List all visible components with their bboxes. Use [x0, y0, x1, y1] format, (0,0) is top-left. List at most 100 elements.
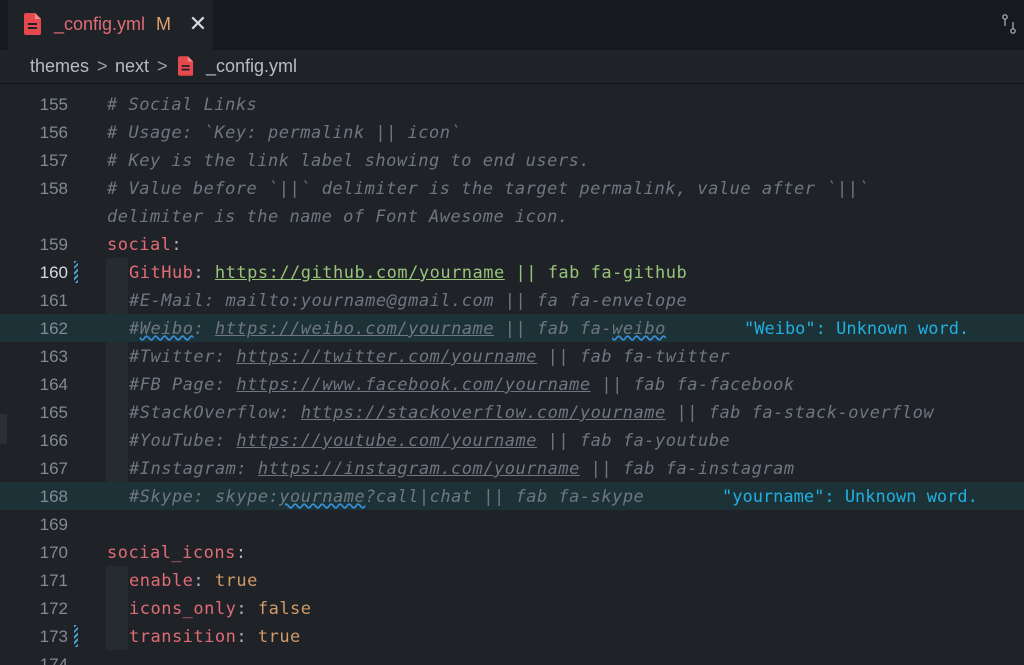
- line-number: 169: [39, 515, 68, 534]
- code-line[interactable]: 155 # Social Links: [0, 90, 1024, 118]
- comment-rest: || fab fa-stack-overflow: [665, 403, 935, 423]
- code-line[interactable]: 172 icons_only: false: [0, 594, 1024, 622]
- comment-text: # Usage: `Key: permalink || icon`: [107, 123, 462, 143]
- yaml-colon: :: [193, 571, 215, 591]
- yaml-entry: icons_only: false: [129, 599, 312, 619]
- yaml-bool: false: [257, 599, 312, 619]
- file-yaml-icon: [178, 56, 194, 76]
- yaml-key-line: social_icons:: [107, 543, 247, 563]
- diagnostic-message: "yourname": Unknown word.: [722, 487, 978, 507]
- tab-bar: _config.yml M ✕: [0, 0, 1024, 50]
- breadcrumb-item-file[interactable]: _config.yml: [206, 56, 297, 77]
- comment-rest: || fab fa-: [494, 319, 613, 339]
- url-link[interactable]: https://stackoverflow.com/yourname: [301, 403, 666, 423]
- line-number: 156: [39, 123, 68, 142]
- code-line[interactable]: 166 #YouTube: https://youtube.com/yourna…: [0, 426, 1024, 454]
- breadcrumb-item-next[interactable]: next: [115, 56, 149, 77]
- comment-rest: || fab fa-instagram: [579, 459, 795, 479]
- breadcrumb: themes > next > _config.yml: [0, 50, 1024, 84]
- code-line-wrapped[interactable]: delimiter is the name of Font Awesome ic…: [0, 202, 1024, 230]
- code-line[interactable]: 160 GitHub: https://github.com/yourname …: [0, 258, 1024, 286]
- code-line[interactable]: 157 # Key is the link label showing to e…: [0, 146, 1024, 174]
- close-icon[interactable]: ✕: [186, 12, 210, 36]
- line-number: 163: [39, 347, 68, 366]
- url-link[interactable]: https://www.facebook.com/yourname: [236, 375, 590, 395]
- comment-prefix: #Twitter:: [129, 347, 237, 367]
- yaml-bool: true: [214, 571, 258, 591]
- modified-badge: M: [156, 14, 171, 34]
- chevron-right-icon: >: [157, 56, 168, 76]
- yaml-key: GitHub: [129, 263, 194, 283]
- line-number: 161: [39, 291, 68, 310]
- line-number: 155: [39, 95, 68, 114]
- code-line[interactable]: 171 enable: true: [0, 566, 1024, 594]
- line-number: 162: [39, 319, 68, 338]
- code-line[interactable]: 158 # Value before `||` delimiter is the…: [0, 174, 1024, 202]
- comment-rest: || fab fa-twitter: [536, 347, 731, 367]
- code-line[interactable]: 159 social:: [0, 230, 1024, 258]
- yaml-colon: :: [235, 543, 247, 563]
- yaml-colon: :: [236, 599, 258, 619]
- yaml-entry: transition: true: [129, 627, 301, 647]
- line-number: 157: [39, 151, 68, 170]
- editor-window: _config.yml M ✕ themes > next > _config.…: [0, 0, 1024, 665]
- url-link[interactable]: https://weibo.com/yourname: [215, 319, 494, 339]
- line-number: 165: [39, 403, 68, 422]
- code-line[interactable]: 169: [0, 510, 1024, 538]
- modified-line-marker: [74, 625, 78, 647]
- comment-text: #Skype: skype:yourname?call|chat || fab …: [129, 487, 644, 507]
- comment-text: #Instagram: https://instagram.com/yourna…: [129, 459, 795, 479]
- comment-prefix: #FB Page:: [129, 375, 237, 395]
- spell-error[interactable]: yourname: [279, 487, 365, 507]
- git-compare-icon[interactable]: [1002, 14, 1016, 34]
- comment-rest: || fab fa-facebook: [590, 375, 795, 395]
- yaml-key-line: social:: [107, 235, 182, 255]
- comment-text: delimiter is the name of Font Awesome ic…: [107, 207, 569, 227]
- line-number: 168: [39, 487, 68, 506]
- comment-text: # Value before `||` delimiter is the tar…: [107, 179, 870, 199]
- code-line[interactable]: 161 #E-Mail: mailto:yourname@gmail.com |…: [0, 286, 1024, 314]
- code-line[interactable]: 167 #Instagram: https://instagram.com/yo…: [0, 454, 1024, 482]
- line-number: 171: [39, 571, 68, 590]
- code-line[interactable]: 156 # Usage: `Key: permalink || icon`: [0, 118, 1024, 146]
- line-number: 172: [39, 599, 68, 618]
- breadcrumb-item-themes[interactable]: themes: [30, 56, 89, 77]
- comment-text: #StackOverflow: https://stackoverflow.co…: [129, 403, 934, 423]
- url-link[interactable]: https://instagram.com/yourname: [258, 459, 580, 479]
- tab-label: _config.yml: [54, 14, 146, 34]
- code-line[interactable]: 170 social_icons:: [0, 538, 1024, 566]
- comment-text: #FB Page: https://www.facebook.com/yourn…: [129, 375, 795, 395]
- line-number: 166: [39, 431, 68, 450]
- yaml-entry: GitHub: https://github.com/yourname || f…: [129, 263, 687, 283]
- code-editor[interactable]: 155 # Social Links 156 # Usage: `Key: pe…: [0, 84, 1024, 665]
- comment-text: # Key is the link label showing to end u…: [107, 151, 591, 171]
- code-line-diagnostic[interactable]: 168 #Skype: skype:yourname?call|chat || …: [0, 482, 1024, 510]
- tab-config-yml[interactable]: _config.yml M ✕: [8, 0, 213, 50]
- code-line[interactable]: 173 transition: true: [0, 622, 1024, 650]
- comment-text: #YouTube: https://youtube.com/yourname |…: [129, 431, 730, 451]
- url-link[interactable]: https://twitter.com/yourname: [236, 347, 537, 367]
- spell-error[interactable]: Weibo: [140, 319, 194, 339]
- yaml-key: transition: [129, 627, 237, 647]
- comment-prefix: #Skype: skype:: [129, 487, 280, 507]
- yaml-value: || fab fa-github: [504, 263, 688, 283]
- code-line[interactable]: 163 #Twitter: https://twitter.com/yourna…: [0, 342, 1024, 370]
- comment-text: #Weibo: https://weibo.com/yourname || fa…: [129, 319, 666, 339]
- code-line[interactable]: 174: [0, 650, 1024, 665]
- line-number: 173: [39, 627, 68, 646]
- comment-text: #Twitter: https://twitter.com/yourname |…: [129, 347, 730, 367]
- comment-text: # Social Links: [107, 95, 258, 115]
- yaml-bool: true: [257, 627, 301, 647]
- code-line[interactable]: 164 #FB Page: https://www.facebook.com/y…: [0, 370, 1024, 398]
- diagnostic-message: "Weibo": Unknown word.: [744, 319, 970, 339]
- url-link[interactable]: https://youtube.com/yourname: [236, 431, 537, 451]
- spell-error[interactable]: weibo: [612, 319, 666, 339]
- comment-prefix: #StackOverflow:: [129, 403, 301, 423]
- yaml-key: icons_only: [129, 599, 237, 619]
- line-number: 167: [39, 459, 68, 478]
- code-line[interactable]: 165 #StackOverflow: https://stackoverflo…: [0, 398, 1024, 426]
- url-link[interactable]: https://github.com/yourname: [215, 263, 505, 283]
- code-line-diagnostic[interactable]: 162 #Weibo: https://weibo.com/yourname |…: [0, 314, 1024, 342]
- line-number: 159: [39, 235, 68, 254]
- line-number: 158: [39, 179, 68, 198]
